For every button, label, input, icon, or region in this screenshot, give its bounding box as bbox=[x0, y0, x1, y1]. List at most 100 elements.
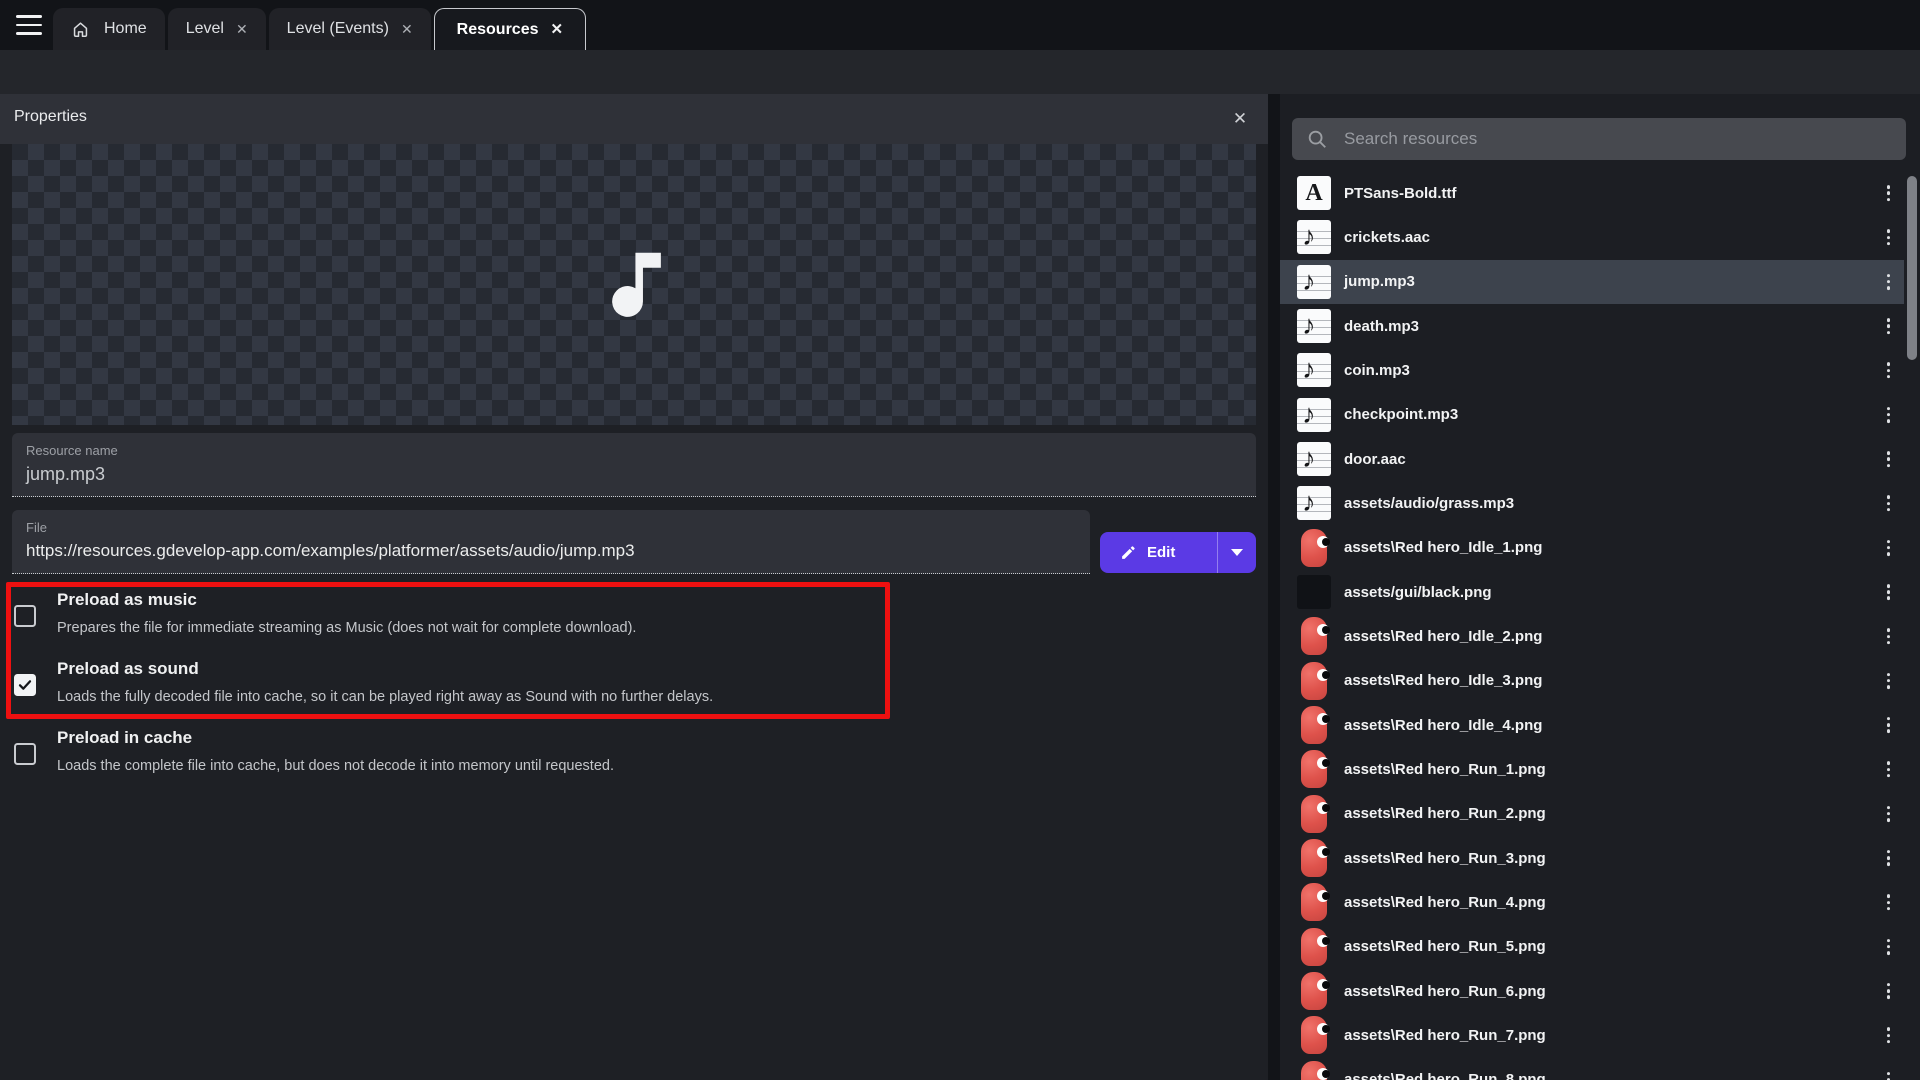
edit-options-dropdown[interactable] bbox=[1218, 532, 1256, 573]
properties-header: Properties ✕ bbox=[0, 94, 1268, 144]
gdevelop-window: HomeLevel✕Level (Events)✕Resources✕ Pr bbox=[0, 0, 1920, 1080]
resource-options-menu-icon[interactable] bbox=[1883, 492, 1894, 516]
resource-options-menu-icon[interactable] bbox=[1883, 314, 1894, 338]
edit-file-button[interactable]: Edit bbox=[1100, 532, 1256, 573]
resource-name: PTSans-Bold.ttf bbox=[1344, 185, 1457, 202]
resource-row[interactable]: ♪crickets.aac bbox=[1280, 215, 1904, 259]
resource-row[interactable]: assets/gui/black.png bbox=[1280, 570, 1904, 614]
checkbox-unchecked[interactable] bbox=[14, 605, 36, 627]
scrollbar-thumb[interactable] bbox=[1907, 176, 1917, 360]
image-thumbnail bbox=[1297, 531, 1331, 565]
font-file-icon: A bbox=[1297, 176, 1331, 210]
option-description: Loads the fully decoded file into cache,… bbox=[57, 689, 713, 705]
red-hero-sprite-thumbnail bbox=[1301, 928, 1327, 966]
resource-row[interactable]: assets\Red hero_Run_5.png bbox=[1280, 925, 1904, 969]
black-image-thumbnail bbox=[1297, 575, 1331, 609]
search-resources-input[interactable] bbox=[1342, 128, 1892, 150]
close-tab-icon[interactable]: ✕ bbox=[551, 22, 564, 37]
resource-row[interactable]: assets\Red hero_Idle_1.png bbox=[1280, 526, 1904, 570]
option-description: Loads the complete file into cache, but … bbox=[57, 758, 614, 774]
resource-options-menu-icon[interactable] bbox=[1883, 891, 1894, 915]
resource-row[interactable]: assets\Red hero_Idle_2.png bbox=[1280, 614, 1904, 658]
resource-file-label: File bbox=[26, 520, 47, 535]
resource-options-menu-icon[interactable] bbox=[1883, 1024, 1894, 1048]
resource-row[interactable]: assets\Red hero_Idle_4.png bbox=[1280, 703, 1904, 747]
resource-options-menu-icon[interactable] bbox=[1883, 226, 1894, 250]
resource-options-menu-icon[interactable] bbox=[1883, 181, 1894, 205]
resource-options-menu-icon[interactable] bbox=[1883, 846, 1894, 870]
resource-options-menu-icon[interactable] bbox=[1883, 270, 1894, 294]
resource-options-menu-icon[interactable] bbox=[1883, 403, 1894, 427]
resource-row[interactable]: ♪jump.mp3 bbox=[1280, 260, 1904, 304]
resource-row[interactable]: A PTSans-Bold.ttf bbox=[1280, 171, 1904, 215]
red-hero-sprite-thumbnail bbox=[1301, 839, 1327, 877]
resource-name: assets\Red hero_Run_6.png bbox=[1344, 983, 1546, 1000]
resource-name: assets\Red hero_Run_3.png bbox=[1344, 850, 1546, 867]
option-title: Preload as sound bbox=[57, 659, 199, 679]
tab-home[interactable]: Home bbox=[53, 8, 165, 50]
close-tab-icon[interactable]: ✕ bbox=[401, 22, 413, 36]
red-hero-sprite-thumbnail bbox=[1301, 706, 1327, 744]
image-thumbnail bbox=[1297, 1063, 1331, 1080]
checkbox-unchecked[interactable] bbox=[14, 743, 36, 765]
resource-name: assets\Red hero_Run_7.png bbox=[1344, 1027, 1546, 1044]
red-hero-sprite-thumbnail bbox=[1301, 529, 1327, 567]
search-icon bbox=[1306, 128, 1328, 150]
resource-row[interactable]: ♪ death.mp3 bbox=[1280, 304, 1904, 348]
resource-row[interactable]: assets\Red hero_Idle_3.png bbox=[1280, 659, 1904, 703]
resource-options-menu-icon[interactable] bbox=[1883, 625, 1894, 649]
resource-file-field[interactable]: File https://resources.gdevelop-app.com/… bbox=[12, 510, 1090, 574]
image-thumbnail bbox=[1297, 664, 1331, 698]
tab-resources[interactable]: Resources✕ bbox=[434, 8, 586, 50]
editor-tabs: HomeLevel✕Level (Events)✕Resources✕ bbox=[53, 8, 586, 50]
red-hero-sprite-thumbnail bbox=[1301, 750, 1327, 788]
audio-file-icon: ♪ bbox=[1297, 353, 1331, 387]
resource-file-value: https://resources.gdevelop-app.com/examp… bbox=[26, 541, 635, 561]
tab-label: Level bbox=[186, 20, 224, 38]
resource-row[interactable]: assets\Red hero_Run_7.png bbox=[1280, 1013, 1904, 1057]
image-thumbnail bbox=[1297, 841, 1331, 875]
resource-options-menu-icon[interactable] bbox=[1883, 580, 1894, 604]
resource-row[interactable]: ♪assets/audio/grass.mp3 bbox=[1280, 481, 1904, 525]
resource-options-menu-icon[interactable] bbox=[1883, 447, 1894, 471]
resource-row[interactable]: ♪coin.mp3 bbox=[1280, 348, 1904, 392]
audio-file-icon: ♪ bbox=[1297, 398, 1331, 432]
resource-row[interactable]: ♪checkpoint.mp3 bbox=[1280, 393, 1904, 437]
checkbox-checked[interactable] bbox=[14, 674, 36, 696]
image-thumbnail bbox=[1297, 797, 1331, 831]
resource-row[interactable]: ♪door.aac bbox=[1280, 437, 1904, 481]
tab-label: Level (Events) bbox=[287, 20, 389, 38]
resource-options-menu-icon[interactable] bbox=[1883, 979, 1894, 1003]
image-thumbnail bbox=[1297, 619, 1331, 653]
resource-row[interactable]: assets\Red hero_Run_8.png bbox=[1280, 1058, 1904, 1080]
tab-level-events[interactable]: Level (Events) ✕ bbox=[269, 8, 431, 50]
resource-options-menu-icon[interactable] bbox=[1883, 758, 1894, 782]
resource-options-menu-icon[interactable] bbox=[1883, 935, 1894, 959]
resource-name-field[interactable]: Resource name jump.mp3 bbox=[12, 433, 1256, 497]
resource-row[interactable]: assets\Red hero_Run_1.png bbox=[1280, 747, 1904, 791]
audio-file-icon: ♪ bbox=[1297, 220, 1331, 254]
tab-level[interactable]: Level ✕ bbox=[168, 8, 266, 50]
close-tab-icon[interactable]: ✕ bbox=[236, 22, 248, 36]
resource-options-menu-icon[interactable] bbox=[1883, 802, 1894, 826]
resource-options-menu-icon[interactable] bbox=[1883, 669, 1894, 693]
resource-options-menu-icon[interactable] bbox=[1883, 536, 1894, 560]
resource-name-value: jump.mp3 bbox=[26, 464, 105, 485]
chevron-down-icon bbox=[1231, 549, 1243, 556]
audio-file-icon: ♪ bbox=[1297, 309, 1331, 343]
properties-title: Properties bbox=[14, 108, 87, 126]
resource-row[interactable]: assets\Red hero_Run_3.png bbox=[1280, 836, 1904, 880]
resource-name: assets/gui/black.png bbox=[1344, 584, 1492, 601]
resource-options-menu-icon[interactable] bbox=[1883, 713, 1894, 737]
image-thumbnail bbox=[1297, 708, 1331, 742]
main-menu-icon[interactable] bbox=[16, 15, 42, 35]
resource-row[interactable]: assets\Red hero_Run_4.png bbox=[1280, 880, 1904, 924]
audio-file-icon: ♪ bbox=[1297, 353, 1331, 387]
resource-row[interactable]: assets\Red hero_Run_2.png bbox=[1280, 792, 1904, 836]
resource-name: assets\Red hero_Idle_2.png bbox=[1344, 628, 1542, 645]
resource-row[interactable]: assets\Red hero_Run_6.png bbox=[1280, 969, 1904, 1013]
resource-options-menu-icon[interactable] bbox=[1883, 359, 1894, 383]
close-properties-button[interactable]: ✕ bbox=[1228, 107, 1252, 131]
resource-options-menu-icon[interactable] bbox=[1883, 1068, 1894, 1080]
resource-name: death.mp3 bbox=[1344, 318, 1419, 335]
